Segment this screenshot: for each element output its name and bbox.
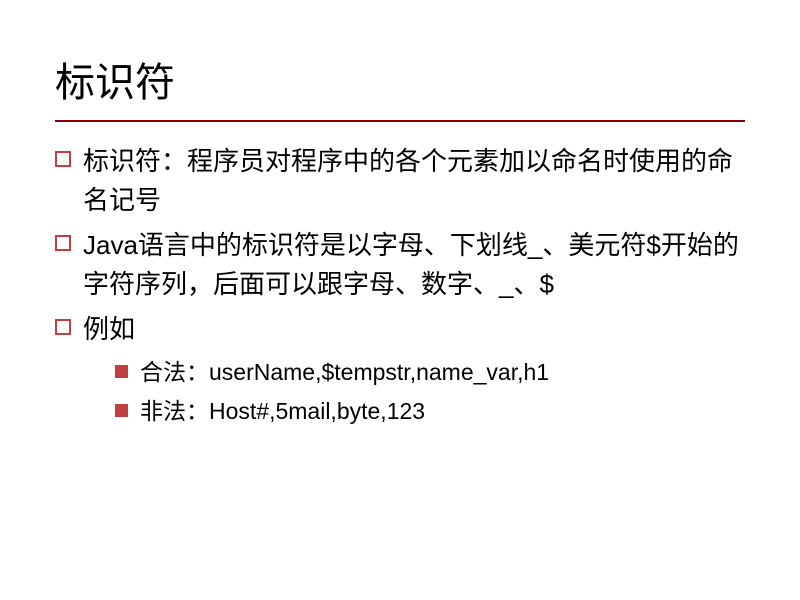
bullet-text: 标识符：程序员对程序中的各个元素加以命名时使用的命名记号 xyxy=(83,142,745,220)
sub-bullet-list: 合法：userName,$tempstr,name_var,h1 非法：Host… xyxy=(115,355,745,428)
sub-bullet-item: 非法：Host#,5mail,byte,123 xyxy=(115,394,745,429)
bullet-item: 例如 xyxy=(55,310,745,349)
solid-square-icon xyxy=(115,404,128,417)
hollow-square-icon xyxy=(55,319,71,335)
bullet-list: 标识符：程序员对程序中的各个元素加以命名时使用的命名记号 Java语言中的标识符… xyxy=(55,142,745,349)
bullet-text: 例如 xyxy=(83,310,135,349)
bullet-item: Java语言中的标识符是以字母、下划线_、美元符$开始的字符序列，后面可以跟字母… xyxy=(55,226,745,304)
bullet-text: Java语言中的标识符是以字母、下划线_、美元符$开始的字符序列，后面可以跟字母… xyxy=(83,226,745,304)
sub-bullet-text: 合法：userName,$tempstr,name_var,h1 xyxy=(140,355,549,390)
sub-bullet-text: 非法：Host#,5mail,byte,123 xyxy=(140,394,425,429)
sub-bullet-item: 合法：userName,$tempstr,name_var,h1 xyxy=(115,355,745,390)
solid-square-icon xyxy=(115,365,128,378)
hollow-square-icon xyxy=(55,235,71,251)
title-underline xyxy=(55,120,745,122)
slide-container: 标识符 标识符：程序员对程序中的各个元素加以命名时使用的命名记号 Java语言中… xyxy=(0,0,800,600)
slide-title: 标识符 xyxy=(55,50,745,108)
hollow-square-icon xyxy=(55,151,71,167)
bullet-item: 标识符：程序员对程序中的各个元素加以命名时使用的命名记号 xyxy=(55,142,745,220)
